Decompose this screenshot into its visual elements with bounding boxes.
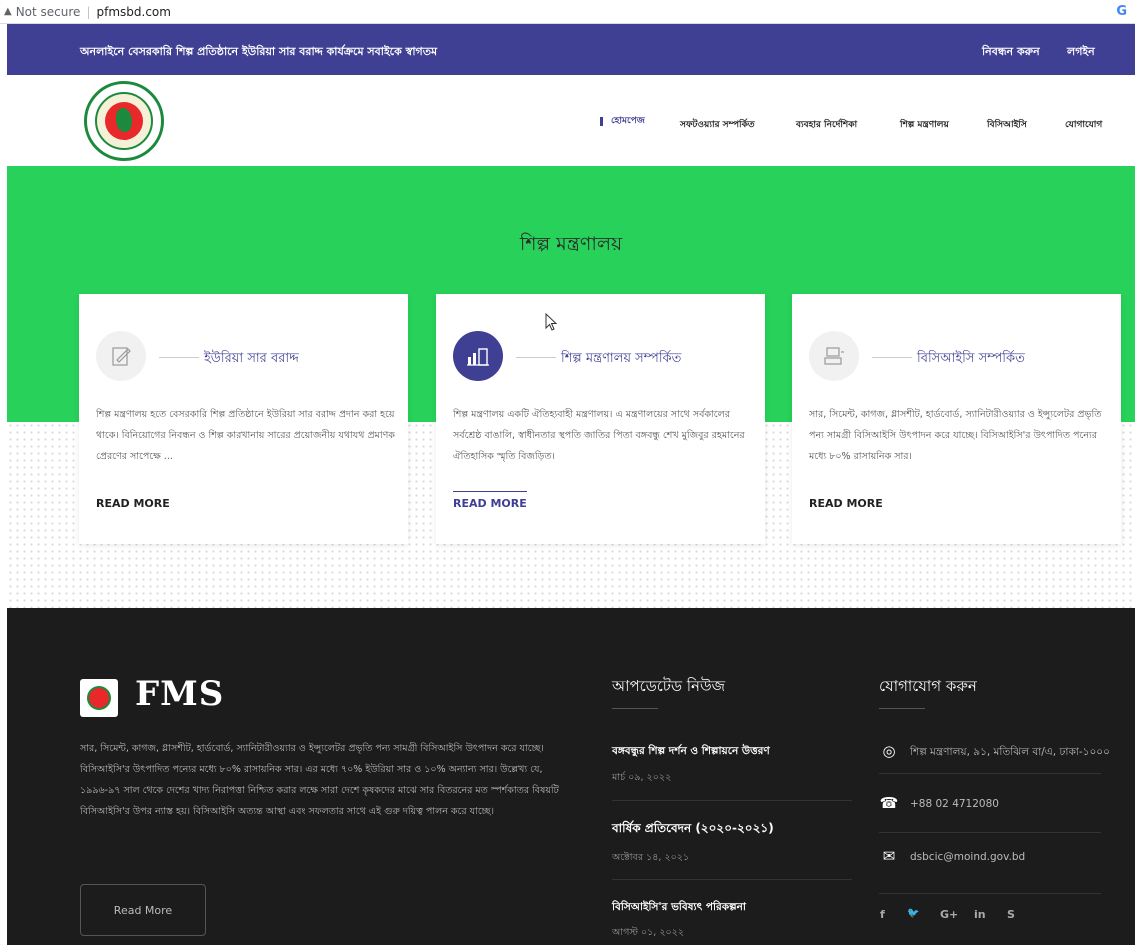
card-text: শিল্প মন্ত্রণালয় হতে বেসরকারি শিল্প প্র…	[96, 409, 395, 462]
twitter-icon[interactable]: 🐦	[907, 908, 919, 919]
news-heading-underline	[612, 708, 658, 709]
footer-brand: FMS	[135, 674, 225, 714]
news-divider	[612, 879, 852, 880]
google-profile-icon[interactable]: G	[1116, 4, 1127, 19]
info-icon[interactable]: ▲	[4, 6, 12, 17]
title-divider-line	[159, 357, 199, 358]
industry-chart-icon	[453, 331, 503, 381]
address-divider: |	[86, 4, 91, 19]
contact-email[interactable]: dsbcic@moind.gov.bd	[910, 851, 1025, 863]
card-bcic-about[interactable]: বিসিআইসি সম্পর্কিত সার, সিমেন্ট, কাগজ, গ…	[792, 294, 1121, 544]
contact-heading: যোগাযোগ করুন	[879, 677, 977, 695]
edit-document-icon	[96, 331, 146, 381]
card-text: শিল্প মন্ত্রণালয় একটি ঐতিহ্যবাহী মন্ত্র…	[453, 409, 745, 462]
site-footer: FMS সার, সিমেন্ট, কাগজ, গ্লাসশীট, হার্ডব…	[7, 608, 1135, 945]
welcome-text: অনলাইনে বেসরকারি শিল্প প্রতিষ্ঠানে ইউরিয…	[80, 45, 438, 58]
page: ▲ Not secure | pfmsbd.com G অনলাইনে বেসর…	[0, 0, 1135, 945]
card-title: বিসিআইসি সম্পর্কিত	[917, 351, 1025, 366]
news-item-date: আগস্ট ০১, ২০২২	[612, 927, 685, 938]
nav-contact[interactable]: যোগাযোগ	[1065, 117, 1102, 132]
location-pin-icon: ◎	[882, 742, 896, 760]
facebook-icon[interactable]: f	[880, 908, 885, 921]
card-title: ইউরিয়া সার বরাদ্দ	[204, 351, 299, 366]
contact-address: শিল্প মন্ত্রণালয়, ৯১, মতিঝিল বা/এ, ঢাকা…	[910, 746, 1110, 758]
news-divider	[612, 800, 852, 801]
site-header: হোমপেজ সফটওয়্যার সম্পর্কিত ব্যবহার নির্…	[7, 75, 1135, 166]
card-urea-allocation[interactable]: ইউরিয়া সার বরাদ্দ শিল্প মন্ত্রণালয় হতে…	[79, 294, 408, 544]
contact-divider	[879, 893, 1101, 894]
news-item-date: অক্টোবর ১৪, ২০২১	[612, 852, 690, 863]
news-item-title[interactable]: বার্ষিক প্রতিবেদন (২০২০-২০২১)	[612, 820, 774, 840]
contact-phone[interactable]: +88 02 4712080	[910, 798, 999, 810]
card-ministry-about[interactable]: শিল্প মন্ত্রণালয় সম্পর্কিত শিল্প মন্ত্র…	[436, 294, 765, 544]
card-title: শিল্প মন্ত্রণালয় সম্পর্কিত	[561, 351, 682, 366]
top-strip: অনলাইনে বেসরকারি শিল্প প্রতিষ্ঠানে ইউরিয…	[7, 24, 1135, 75]
government-logo-icon[interactable]	[84, 81, 164, 161]
hero-title: শিল্প মন্ত্রণালয়	[519, 233, 623, 255]
google-plus-icon[interactable]: G+	[940, 908, 958, 921]
news-item-title[interactable]: বঙ্গবন্ধুর শিল্প দর্শন ও শিল্পায়নে উত্ত…	[612, 744, 770, 761]
security-status: Not secure	[15, 4, 81, 19]
nav-ministry[interactable]: শিল্প মন্ত্রণালয়	[900, 117, 949, 132]
title-divider-line	[872, 357, 912, 358]
nav-user-guide[interactable]: ব্যবহার নির্দেশিকা	[796, 117, 857, 132]
browser-address-bar: ▲ Not secure | pfmsbd.com G	[0, 0, 1135, 24]
register-link[interactable]: নিবন্ধন করুন	[982, 43, 1040, 62]
nav-home[interactable]: হোমপেজ	[600, 117, 645, 126]
footer-about-text: সার, সিমেন্ট, কাগজ, গ্লাসশীট, হার্ডবোর্ড…	[80, 743, 559, 817]
factory-machine-icon	[809, 331, 859, 381]
contact-divider	[879, 832, 1101, 833]
title-divider-line	[516, 357, 556, 358]
read-more-link[interactable]: READ MORE	[453, 491, 527, 510]
footer-logo-icon	[80, 679, 118, 717]
read-more-link[interactable]: READ MORE	[809, 497, 883, 510]
phone-icon: ☎	[879, 794, 899, 812]
contact-divider	[879, 773, 1101, 774]
linkedin-icon[interactable]: in	[974, 908, 986, 921]
read-more-link[interactable]: READ MORE	[96, 497, 170, 510]
news-heading: আপডেটেড নিউজ	[612, 677, 726, 695]
contact-heading-underline	[879, 708, 925, 709]
news-item-title[interactable]: বিসিআইসি'র ভবিষ্যৎ পরিকল্পনা	[612, 900, 746, 917]
email-icon: ✉	[882, 847, 896, 865]
logo-map-shape	[116, 108, 132, 132]
skype-icon[interactable]: S	[1007, 908, 1015, 921]
mouse-cursor-icon	[545, 313, 557, 331]
footer-read-more-button[interactable]: Read More	[80, 884, 206, 936]
nav-about-software[interactable]: সফটওয়্যার সম্পর্কিত	[680, 117, 755, 132]
news-item-date: মার্চ ০৯, ২০২২	[612, 772, 672, 783]
card-text: সার, সিমেন্ট, কাগজ, গ্লাসশীট, হার্ডবোর্ড…	[809, 409, 1102, 462]
url-text[interactable]: pfmsbd.com	[96, 5, 170, 19]
login-link[interactable]: লগইন	[1067, 43, 1095, 62]
nav-bcic[interactable]: বিসিআইসি	[987, 117, 1027, 132]
